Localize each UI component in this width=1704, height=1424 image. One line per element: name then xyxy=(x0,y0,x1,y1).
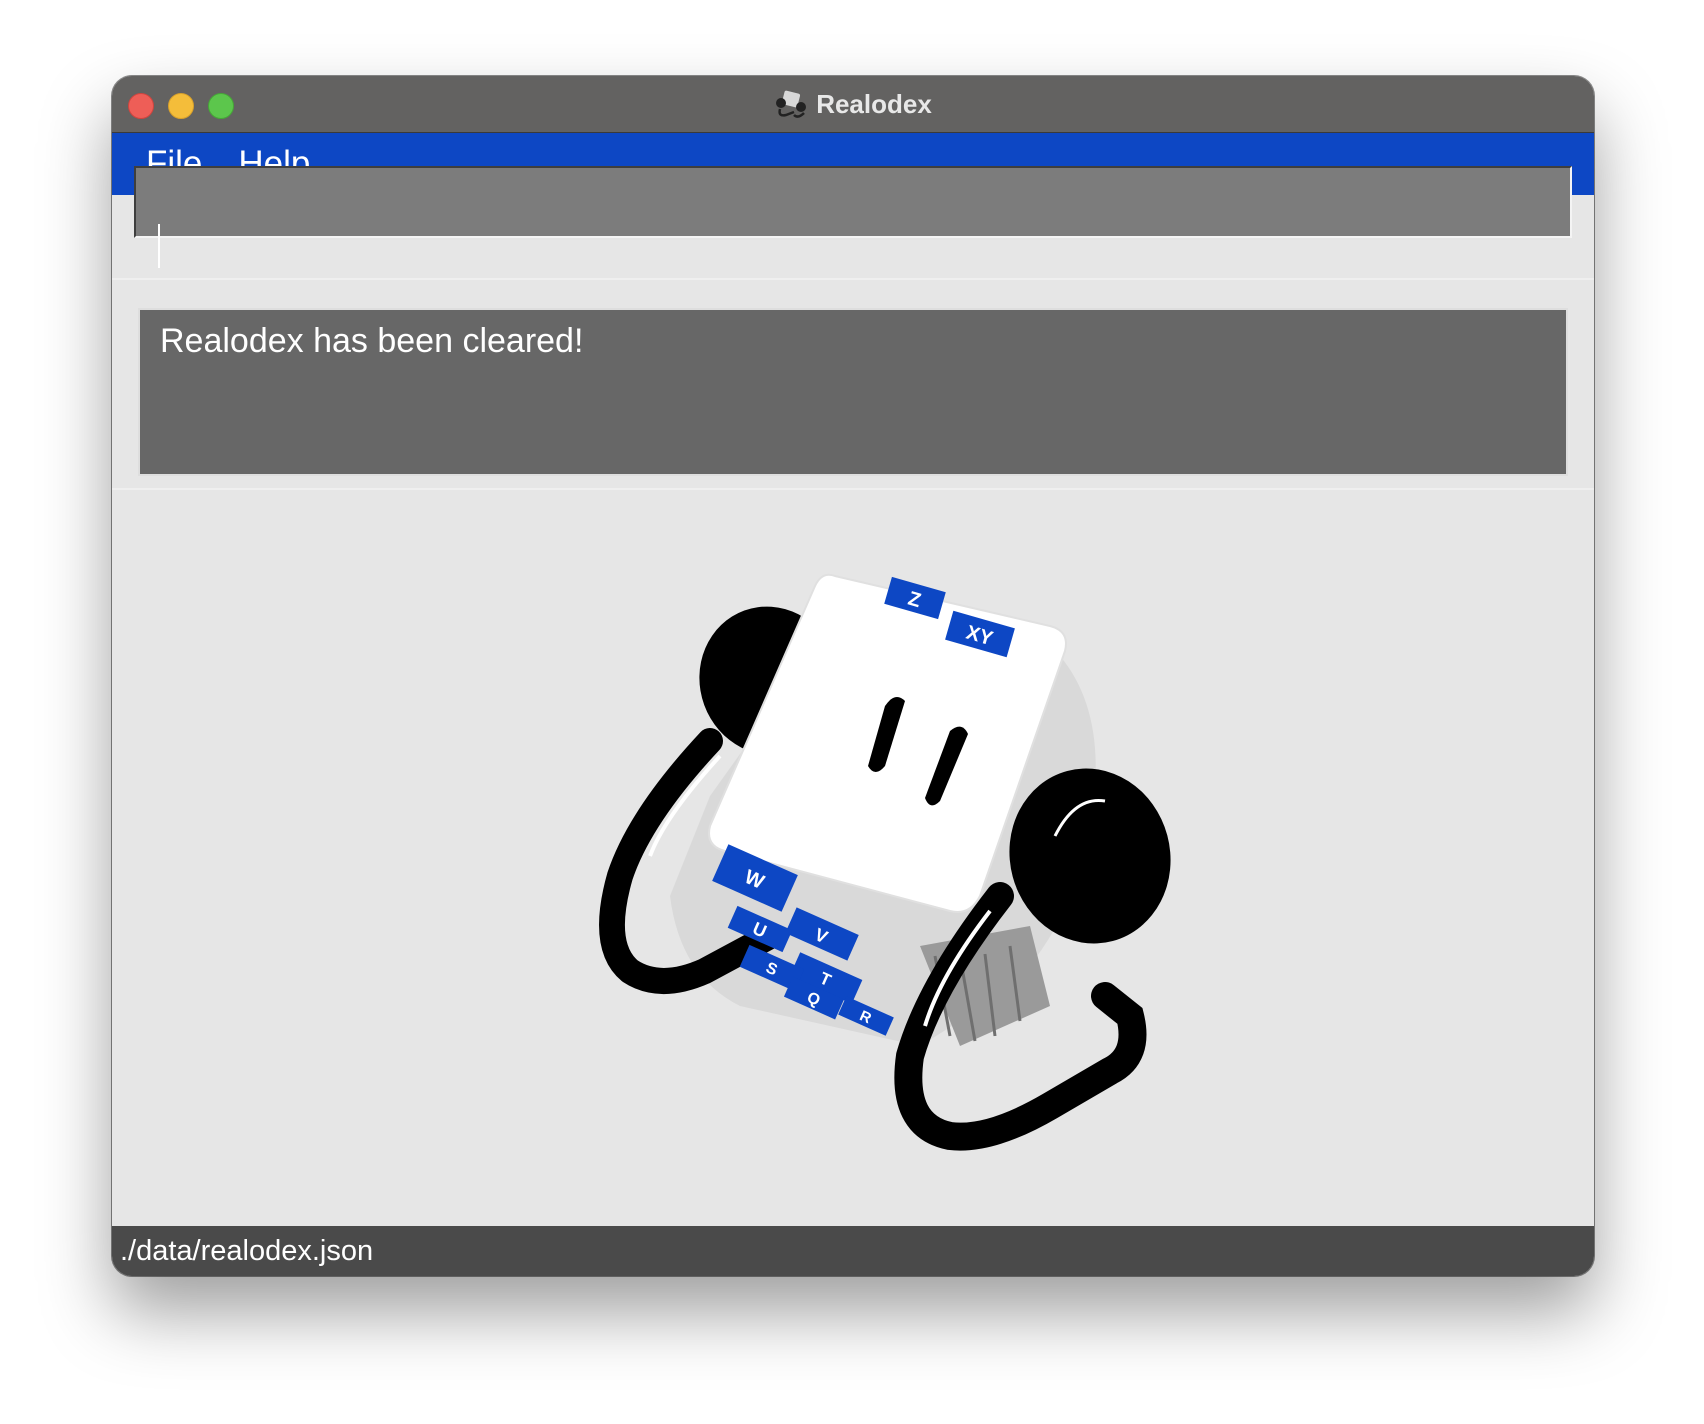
rolodex-illustration: Z XY W V U T S Q R xyxy=(599,573,1171,1151)
window-title: Realodex xyxy=(816,88,932,119)
command-input[interactable] xyxy=(134,166,1572,238)
window-title-group: Realodex xyxy=(112,76,1594,132)
divider-top xyxy=(112,278,1594,280)
text-caret xyxy=(158,224,160,268)
result-display[interactable]: Realodex has been cleared! xyxy=(138,308,1568,476)
status-bar: ./data/realodex.json xyxy=(112,1226,1594,1276)
save-file-path: ./data/realodex.json xyxy=(120,1234,374,1267)
app-window: Realodex File Help Realodex has been cle… xyxy=(112,76,1594,1276)
rolodex-icon xyxy=(776,90,807,118)
main-panel: Z XY W V U T S Q R xyxy=(112,490,1594,1226)
result-message: Realodex has been cleared! xyxy=(160,322,584,360)
title-bar[interactable]: Realodex xyxy=(112,76,1594,133)
